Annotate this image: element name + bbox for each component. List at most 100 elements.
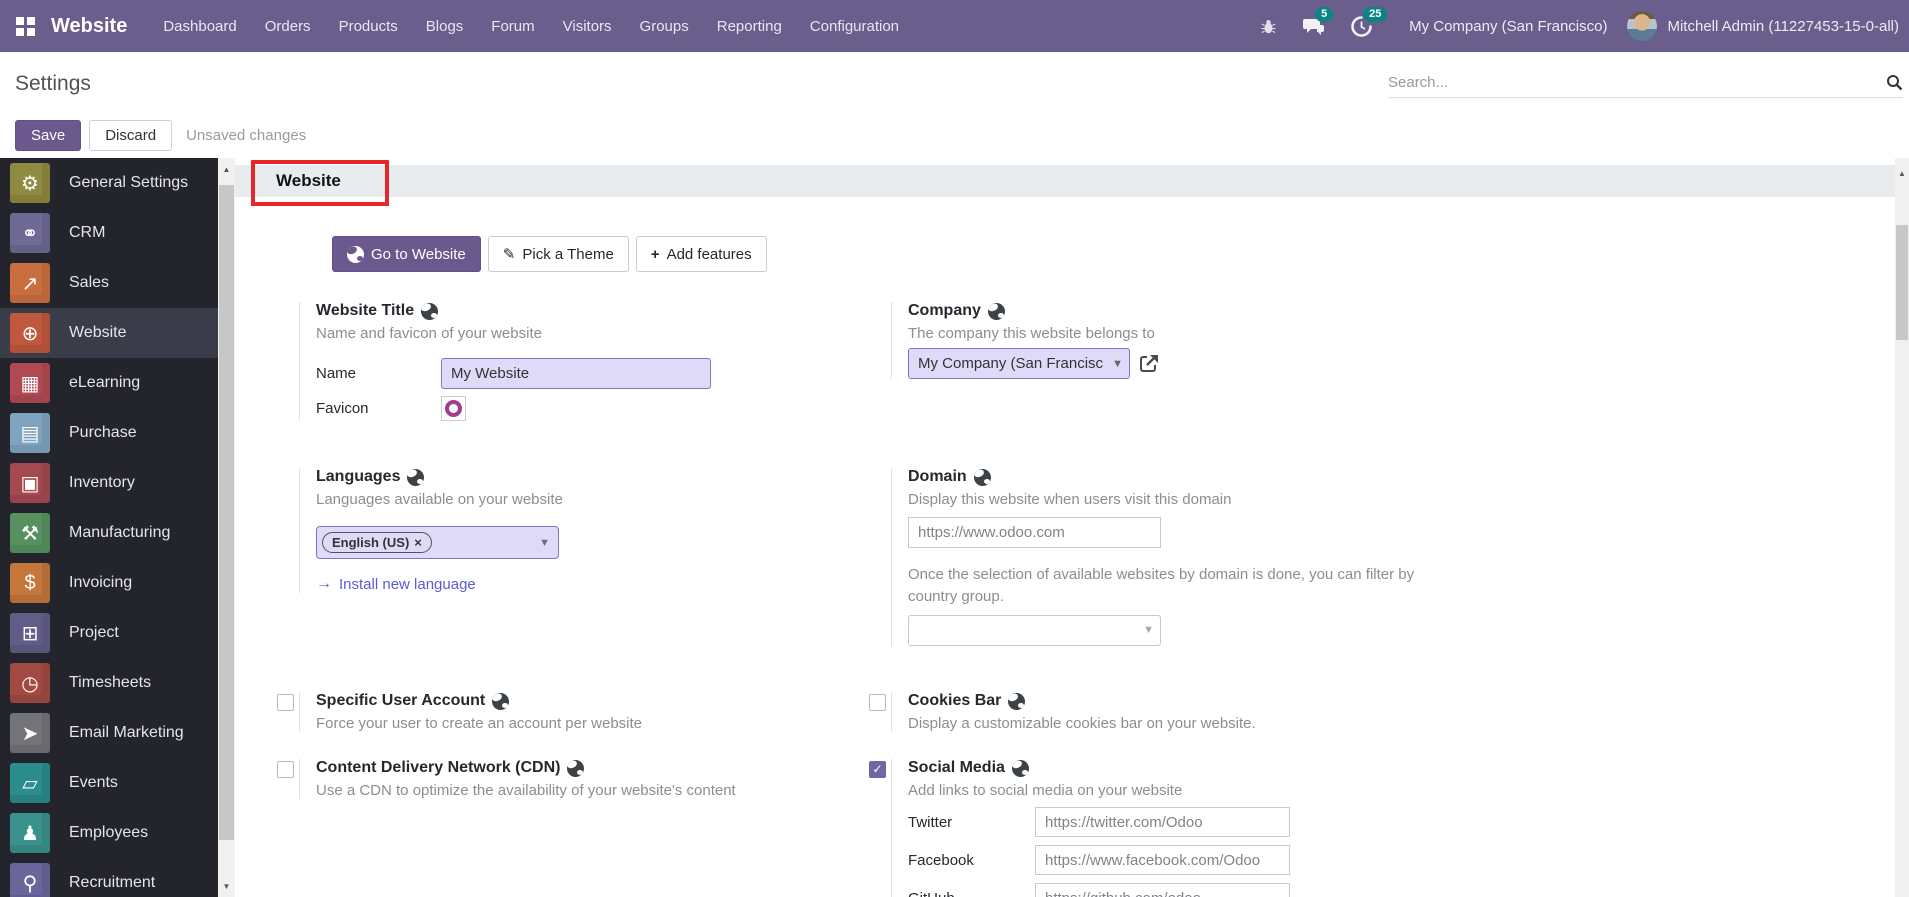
sidebar-item-label: Email Marketing (69, 724, 184, 741)
cdn-checkbox[interactable] (277, 761, 294, 778)
activities-clock-icon[interactable]: 25 (1351, 6, 1388, 37)
sidebar-item-sales[interactable]: ↗ Sales (0, 258, 218, 308)
globe-icon: ⊕ (10, 313, 50, 353)
specific-user-checkbox[interactable] (277, 694, 294, 711)
website-name-input[interactable] (441, 358, 711, 389)
go-to-website-button[interactable]: Go to Website (332, 236, 481, 272)
ticket-icon: ▱ (10, 763, 50, 803)
favicon-label: Favicon (316, 400, 369, 417)
cookies-bar-checkbox[interactable] (869, 694, 886, 711)
content-scrollbar[interactable]: ▲ (1895, 158, 1909, 897)
favicon-image[interactable] (441, 396, 466, 421)
sidebar-item-label: Timesheets (69, 674, 152, 691)
install-language-link[interactable]: → Install new language (316, 575, 861, 593)
sidebar-item-inventory[interactable]: ▣ Inventory (0, 458, 218, 508)
sidebar-item-general-settings[interactable]: ⚙ General Settings (0, 158, 218, 208)
setting-heading: Content Delivery Network (CDN) (316, 759, 561, 776)
discard-button[interactable]: Discard (89, 119, 173, 151)
nav-item-dashboard[interactable]: Dashboard (149, 0, 250, 52)
language-tag: English (US) × (322, 532, 432, 553)
scroll-up-arrow-icon[interactable]: ▲ (218, 162, 235, 178)
domain-input[interactable] (908, 517, 1161, 548)
chart-icon: ↗ (10, 263, 50, 303)
external-link-icon[interactable] (1137, 352, 1161, 376)
unsaved-changes-text: Unsaved changes (186, 126, 307, 144)
sidebar-item-events[interactable]: ▱ Events (0, 758, 218, 808)
plus-icon: + (650, 245, 660, 263)
company-select[interactable]: My Company (San Francisc ▼ (908, 348, 1130, 379)
magnifier-person-icon: ⚲ (10, 863, 50, 897)
sidebar-item-website[interactable]: ⊕ Website (0, 308, 218, 358)
chevron-down-icon: ▼ (1112, 357, 1123, 370)
sidebar-item-employees[interactable]: ♟ Employees (0, 808, 218, 858)
search-icon[interactable] (1886, 74, 1903, 91)
messages-count-badge: 5 (1315, 7, 1334, 22)
website-scope-icon (1011, 759, 1029, 777)
credit-card-icon: ▤ (10, 413, 50, 453)
setting-description: Languages available on your website (316, 491, 563, 508)
sidebar-item-label: Website (69, 324, 127, 341)
languages-tag-select[interactable]: English (US) × ▼ (316, 526, 559, 559)
apps-menu-icon[interactable] (16, 16, 35, 36)
sidebar-item-label: Employees (69, 824, 149, 841)
website-scope-icon (1008, 692, 1026, 710)
sidebar-item-manufacturing[interactable]: ⚒ Manufacturing (0, 508, 218, 558)
messages-icon[interactable]: 5 (1303, 7, 1334, 36)
twitter-label: Twitter (908, 813, 953, 831)
scrollbar-thumb[interactable] (1896, 225, 1908, 340)
setting-description: Force your user to create an account per… (316, 715, 643, 732)
website-scope-icon (567, 759, 585, 777)
activities-count-badge: 25 (1363, 6, 1388, 22)
nav-item-configuration[interactable]: Configuration (796, 0, 913, 52)
sidebar-item-purchase[interactable]: ▤ Purchase (0, 408, 218, 458)
nav-item-groups[interactable]: Groups (626, 0, 703, 52)
setting-heading: Website Title (316, 302, 415, 319)
social-media-checkbox[interactable]: ✓ (869, 761, 886, 778)
sidebar-item-crm[interactable]: ⚭ CRM (0, 208, 218, 258)
sidebar-scrollbar[interactable]: ▲ ▼ (218, 158, 235, 897)
sidebar-item-recruitment[interactable]: ⚲ Recruitment (0, 858, 218, 897)
sidebar-item-label: Inventory (69, 474, 135, 491)
setting-specific-user-account: Specific User Account Force your user to… (269, 692, 861, 759)
settings-sidebar: ⚙ General Settings ⚭ CRM ↗ Sales ⊕ Website ▦ eLea… (0, 158, 218, 897)
nav-item-reporting[interactable]: Reporting (703, 0, 796, 52)
remove-tag-icon[interactable]: × (414, 535, 422, 550)
scroll-down-arrow-icon[interactable]: ▼ (218, 879, 235, 895)
sidebar-item-elearning[interactable]: ▦ eLearning (0, 358, 218, 408)
nav-item-forum[interactable]: Forum (477, 0, 548, 52)
twitter-url-input[interactable] (1035, 807, 1290, 837)
setting-company: Company The company this website belongs… (861, 302, 1453, 468)
save-button[interactable]: Save (15, 119, 82, 151)
nav-item-orders[interactable]: Orders (251, 0, 325, 52)
setting-heading: Languages (316, 468, 401, 485)
sidebar-item-project[interactable]: ⊞ Project (0, 608, 218, 658)
nav-item-visitors[interactable]: Visitors (549, 0, 626, 52)
nav-item-products[interactable]: Products (325, 0, 412, 52)
scrollbar-thumb[interactable] (219, 185, 234, 840)
setting-cookies-bar: Cookies Bar Display a customizable cooki… (861, 692, 1453, 759)
gear-icon: ⚙ (10, 163, 50, 203)
handshake-icon: ⚭ (10, 213, 50, 253)
github-url-input[interactable] (1035, 883, 1290, 897)
facebook-url-input[interactable] (1035, 845, 1290, 875)
user-menu[interactable]: Mitchell Admin (11227453-15-0-all) (1667, 18, 1899, 35)
sidebar-item-label: eLearning (69, 374, 141, 391)
paper-plane-icon: ➤ (10, 713, 50, 753)
company-switcher[interactable]: My Company (San Francisco) (1409, 18, 1607, 35)
sidebar-item-email-marketing[interactable]: ➤ Email Marketing (0, 708, 218, 758)
add-features-button[interactable]: + Add features (635, 236, 767, 272)
nav-item-blogs[interactable]: Blogs (412, 0, 478, 52)
sidebar-item-label: Recruitment (69, 874, 156, 891)
pick-theme-button[interactable]: ✎ Pick a Theme (487, 236, 629, 272)
country-group-select[interactable]: ▼ (908, 614, 1161, 646)
setting-cdn: Content Delivery Network (CDN) Use a CDN… (269, 759, 861, 897)
sidebar-item-label: Manufacturing (69, 524, 171, 541)
search-input[interactable] (1388, 74, 1886, 91)
presentation-icon: ▦ (10, 363, 50, 403)
sidebar-item-invoicing[interactable]: $ Invoicing (0, 558, 218, 608)
debug-bug-icon[interactable] (1260, 18, 1277, 35)
user-avatar[interactable] (1627, 11, 1658, 41)
app-name[interactable]: Website (51, 15, 127, 38)
scroll-up-arrow-icon[interactable]: ▲ (1895, 166, 1909, 182)
sidebar-item-timesheets[interactable]: ◷ Timesheets (0, 658, 218, 708)
